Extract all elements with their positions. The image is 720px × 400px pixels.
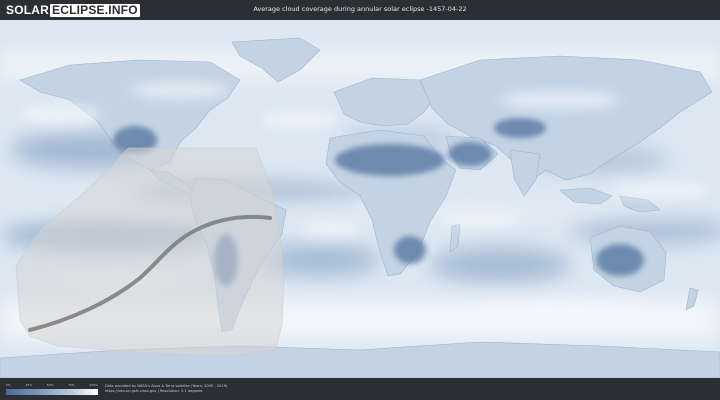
legend-tick: 75%: [68, 383, 75, 387]
legend-ticks: 0% 25% 50% 75% 100%: [6, 383, 98, 388]
header-bar: SOLAR ECLIPSE.INFO Average cloud coverag…: [0, 0, 720, 20]
data-credits: Data provided by NASA's Aqua & Terra sat…: [105, 384, 227, 394]
cloud-coverage-map: [0, 20, 720, 378]
legend-tick: 25%: [25, 383, 33, 387]
credits-line-link[interactable]: https://neo.sci.gsfc.nasa.gov | Resoluti…: [105, 389, 227, 394]
legend-tick: 100%: [89, 383, 98, 387]
map-title: Average cloud coverage during annular so…: [253, 5, 467, 13]
cloud-coverage-legend: 0% 25% 50% 75% 100%: [6, 383, 98, 397]
footer-bar: 0% 25% 50% 75% 100% Data provided by NAS…: [0, 378, 720, 400]
legend-gradient-bar: [6, 389, 98, 395]
legend-tick: 50%: [46, 383, 54, 387]
world-map-svg: [0, 20, 720, 378]
legend-tick: 0%: [6, 383, 11, 387]
